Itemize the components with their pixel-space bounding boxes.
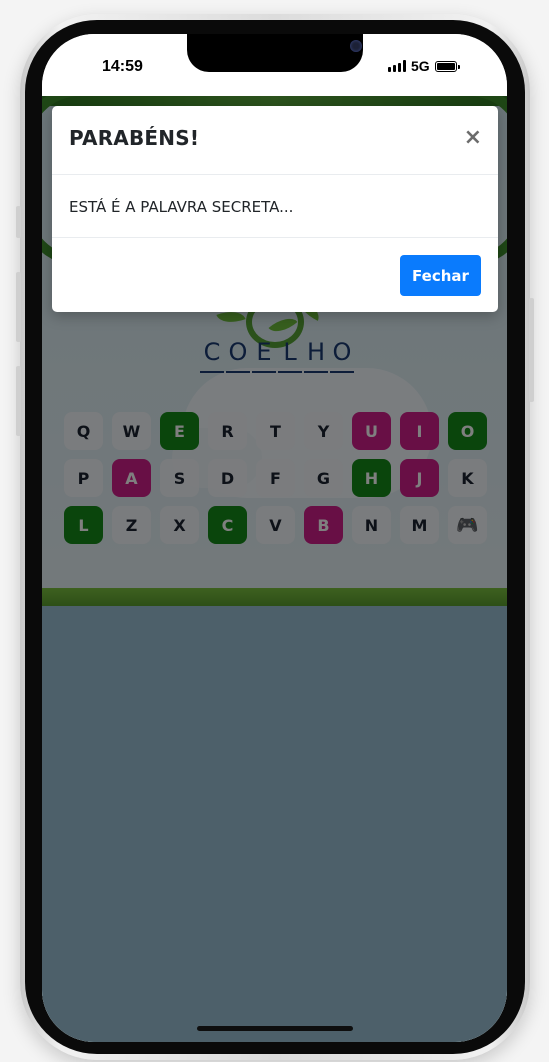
modal-body: ESTÁ É A PALAVRA SECRETA...	[52, 175, 498, 238]
close-icon[interactable]: ×	[464, 124, 482, 152]
front-camera	[350, 40, 362, 52]
notch	[187, 34, 363, 72]
network-label: 5G	[411, 58, 430, 74]
congratulations-modal: PARABÉNS! × ESTÁ É A PALAVRA SECRETA... …	[52, 106, 498, 312]
close-button[interactable]: Fechar	[400, 255, 481, 296]
mute-switch	[16, 206, 21, 238]
status-indicators: 5G	[388, 58, 460, 74]
modal-footer: Fechar	[52, 238, 498, 313]
power-button	[529, 298, 534, 402]
modal-header: PARABÉNS! ×	[52, 106, 498, 175]
phone-screen: 14:59 5G COELHO QWERTYUIOPASDFGHJKLZXCVB…	[42, 34, 507, 1042]
volume-up-button	[16, 272, 21, 342]
signal-icon	[388, 60, 406, 72]
volume-down-button	[16, 366, 21, 436]
status-time: 14:59	[102, 58, 143, 75]
battery-icon	[434, 60, 460, 72]
modal-message: ESTÁ É A PALAVRA SECRETA...	[69, 198, 294, 216]
modal-title: PARABÉNS!	[69, 126, 200, 150]
home-indicator[interactable]	[197, 1026, 353, 1031]
